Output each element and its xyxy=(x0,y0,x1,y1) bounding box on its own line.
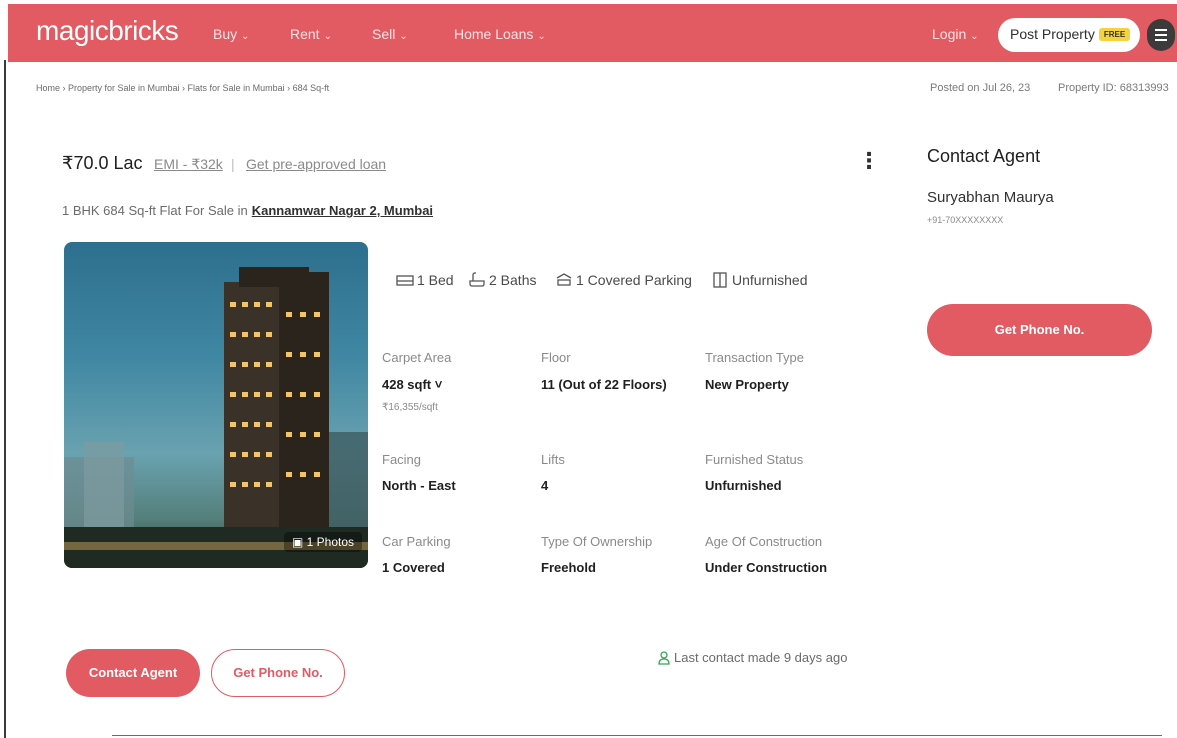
ownership-type-value: Freehold xyxy=(541,560,596,575)
hamburger-menu-button[interactable] xyxy=(1147,19,1175,51)
hamburger-icon xyxy=(1155,29,1167,31)
chevron-down-icon: ⌄ xyxy=(537,31,546,42)
construction-age-label: Age Of Construction xyxy=(705,534,823,549)
property-id: Property ID: 68313993 xyxy=(1058,82,1169,94)
carpet-area-value[interactable]: 428 sqft ˅ xyxy=(382,377,442,392)
transaction-type-label: Transaction Type xyxy=(705,350,804,365)
emi-link[interactable]: EMI - ₹32k xyxy=(154,156,223,173)
chevron-down-icon: ⌄ xyxy=(399,31,408,42)
login-label: Login xyxy=(932,26,967,42)
furnished-status-label: Furnished Status xyxy=(705,452,804,467)
facing-label: Facing xyxy=(382,452,422,467)
property-photo[interactable]: ▣ 1 Photos xyxy=(64,242,368,568)
wardrobe-icon xyxy=(713,272,727,288)
photo-count-label: 1 Photos xyxy=(306,535,355,549)
chevron-down-icon: ⌄ xyxy=(970,31,979,42)
agent-panel-title: Contact Agent xyxy=(927,146,1041,166)
floor-value: 11 (Out of 22 Floors) xyxy=(541,377,667,392)
lifts-label: Lifts xyxy=(541,452,565,467)
lifts-value: 4 xyxy=(541,478,549,493)
top-header: magicbricks Buy ⌄ Rent ⌄ Sell ⌄ Home Loans ⌄… xyxy=(8,4,1177,62)
nav-home-loans[interactable]: Home Loans ⌄ xyxy=(454,26,546,42)
amenity-baths-label: 2 Baths xyxy=(489,272,537,288)
agent-phone-masked: +91-70XXXXXXXX xyxy=(927,215,1004,225)
agent-name: Suryabhan Maurya xyxy=(927,189,1054,206)
car-parking-label: Car Parking xyxy=(382,534,451,549)
carpet-area-label: Carpet Area xyxy=(382,350,452,365)
more-options-icon[interactable]: ⋮ xyxy=(858,150,880,172)
get-phone-button[interactable]: Get Phone No. xyxy=(211,649,345,697)
page-edge xyxy=(4,60,6,738)
chevron-down-icon: ⌄ xyxy=(241,31,250,42)
chevron-down-icon: ⌄ xyxy=(323,31,332,42)
free-badge: FREE xyxy=(1098,28,1131,41)
pre-approved-loan-link[interactable]: Get pre-approved loan xyxy=(246,156,386,172)
amenity-furnishing: Unfurnished xyxy=(711,272,808,288)
nav-sell[interactable]: Sell ⌄ xyxy=(372,26,408,42)
photo-icon: ▣ xyxy=(292,535,307,549)
last-contact-label: Last contact made 9 days ago xyxy=(674,650,848,665)
facing-value: North - East xyxy=(382,478,456,493)
location-link[interactable]: Kannamwar Nagar 2, Mumbai xyxy=(252,203,433,218)
posted-date: Posted on Jul 26, 23 xyxy=(930,82,1031,94)
nav-rent[interactable]: Rent ⌄ xyxy=(290,26,332,42)
floor-label: Floor xyxy=(541,350,571,365)
furnished-status-value: Unfurnished xyxy=(705,478,782,493)
bath-icon xyxy=(469,272,485,287)
nav-buy-label: Buy xyxy=(213,26,238,42)
agent-get-phone-button[interactable]: Get Phone No. xyxy=(927,304,1152,356)
listing-subtitle: 1 BHK 684 Sq-ft Flat For Sale in Kannamwa… xyxy=(62,203,433,218)
amenity-furnishing-label: Unfurnished xyxy=(732,272,808,288)
post-property-button[interactable]: Post Property FREE xyxy=(998,18,1140,52)
magicbricks-logo[interactable]: magicbricks xyxy=(36,15,179,47)
last-contact-info: Last contact made 9 days ago xyxy=(658,650,847,665)
car-parking-icon xyxy=(556,273,572,286)
construction-age-value: Under Construction xyxy=(705,560,828,575)
listing-subtitle-text: 1 BHK 684 Sq-ft Flat For Sale in xyxy=(62,203,248,218)
nav-home-loans-label: Home Loans xyxy=(454,26,534,42)
login-menu[interactable]: Login ⌄ xyxy=(932,26,979,42)
breadcrumb[interactable]: Home › Property for Sale in Mumbai › Fla… xyxy=(36,83,329,93)
contact-agent-button[interactable]: Contact Agent xyxy=(66,649,200,697)
nav-buy[interactable]: Buy ⌄ xyxy=(213,26,250,42)
amenity-baths: 2 Baths xyxy=(468,272,536,288)
ownership-type-label: Type Of Ownership xyxy=(541,534,653,549)
bed-icon xyxy=(396,275,414,286)
nav-rent-label: Rent xyxy=(290,26,320,42)
price-per-sqft: ₹16,355/sqft xyxy=(382,402,438,413)
page-edge xyxy=(112,735,1162,736)
amenity-bed: 1 Bed xyxy=(396,272,454,288)
post-property-label: Post Property xyxy=(1010,26,1095,42)
transaction-type-value: New Property xyxy=(705,377,789,392)
photo-count-badge[interactable]: ▣ 1 Photos xyxy=(284,532,363,552)
separator: | xyxy=(231,156,235,172)
amenity-parking-label: 1 Covered Parking xyxy=(576,272,692,288)
user-icon xyxy=(658,651,670,665)
car-parking-value: 1 Covered xyxy=(382,560,445,575)
building-illustration xyxy=(64,267,368,568)
nav-sell-label: Sell xyxy=(372,26,396,42)
listing-price: ₹70.0 Lac xyxy=(62,153,143,173)
amenity-bed-label: 1 Bed xyxy=(417,272,454,288)
amenity-parking: 1 Covered Parking xyxy=(555,272,692,288)
